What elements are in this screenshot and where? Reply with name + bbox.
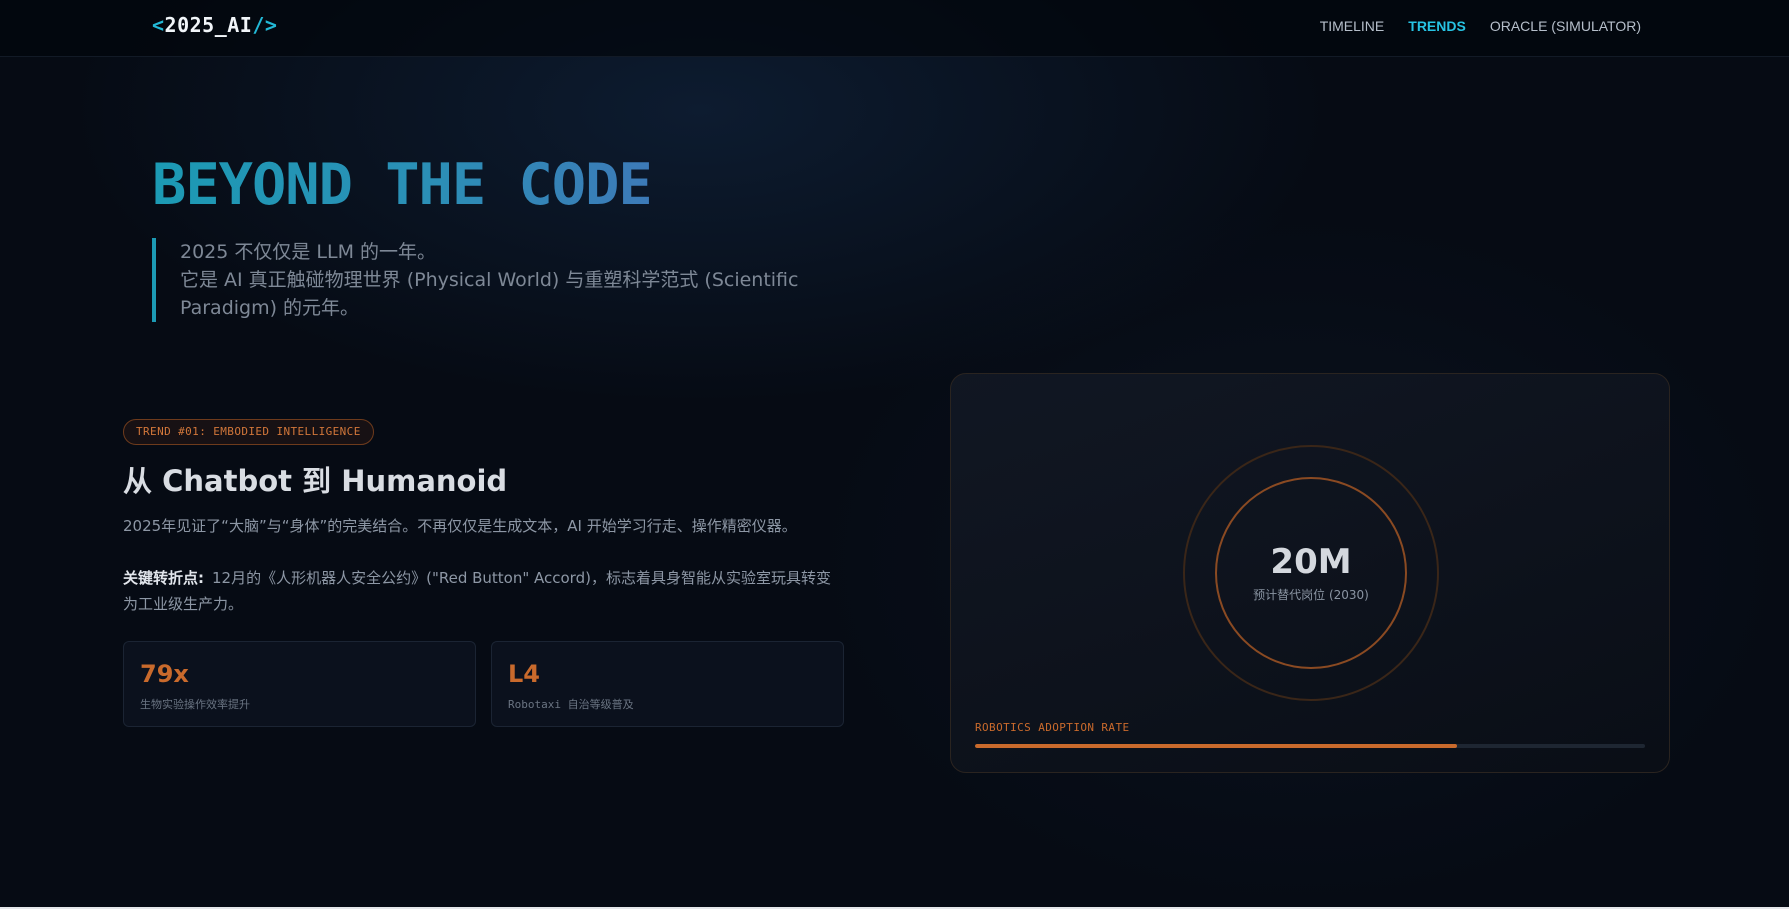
robotics-visual-panel: 20M 预计替代岗位 (2030) ROBOTICS ADOPTION RATE bbox=[950, 373, 1670, 773]
stat-card-efficiency: 79x 生物实验操作效率提升 bbox=[123, 641, 476, 727]
nav-link-oracle[interactable]: ORACLE (SIMULATOR) bbox=[1490, 18, 1641, 34]
logo-open-bracket: < bbox=[152, 13, 165, 37]
hero-subtitle-line-1: 2025 不仅仅是 LLM 的一年。 bbox=[180, 241, 437, 263]
logo-text: 2025_AI bbox=[164, 13, 253, 37]
trend-key-point: 关键转折点: 12月的《人形机器人安全公约》("Red Button" Accor… bbox=[123, 565, 843, 617]
hero-title: BEYOND THE CODE bbox=[152, 152, 653, 218]
trend-description: 2025年见证了“大脑”与“身体”的完美结合。不再仅仅是生成文本，AI 开始学习… bbox=[123, 517, 797, 535]
adoption-progress-track bbox=[975, 744, 1645, 748]
nav-link-trends[interactable]: TRENDS bbox=[1408, 18, 1466, 34]
key-point-label: 关键转折点: bbox=[123, 569, 204, 587]
hero-subtitle: 2025 不仅仅是 LLM 的一年。 它是 AI 真正触碰物理世界 (Physi… bbox=[152, 238, 832, 322]
nav-link-timeline[interactable]: TIMELINE bbox=[1320, 18, 1385, 34]
trend-title: 从 Chatbot 到 Humanoid bbox=[123, 464, 508, 498]
stat-value: 79x bbox=[140, 660, 189, 688]
logo-close-bracket: /> bbox=[252, 13, 278, 37]
trend-badge: TREND #01: EMBODIED INTELLIGENCE bbox=[123, 419, 374, 445]
key-point-text: 12月的《人形机器人安全公约》("Red Button" Accord)，标志着… bbox=[123, 569, 831, 613]
ring-value: 20M bbox=[1270, 542, 1352, 582]
ring-label: 预计替代岗位 (2030) bbox=[1253, 588, 1369, 602]
stat-label: Robotaxi 自治等级普及 bbox=[508, 698, 634, 711]
logo[interactable]: <2025_AI/> bbox=[152, 13, 277, 37]
adoption-progress-fill bbox=[975, 744, 1458, 748]
stat-value: L4 bbox=[508, 660, 540, 688]
adoption-rate-label: ROBOTICS ADOPTION RATE bbox=[975, 721, 1130, 734]
stat-card-robotaxi: L4 Robotaxi 自治等级普及 bbox=[491, 641, 844, 727]
hero-subtitle-line-2: 它是 AI 真正触碰物理世界 (Physical World) 与重塑科学范式 … bbox=[180, 269, 799, 319]
top-nav-bar: <2025_AI/> TIMELINE TRENDS ORACLE (SIMUL… bbox=[0, 0, 1789, 57]
stat-label: 生物实验操作效率提升 bbox=[140, 698, 250, 711]
main-nav: TIMELINE TRENDS ORACLE (SIMULATOR) bbox=[1320, 18, 1641, 34]
